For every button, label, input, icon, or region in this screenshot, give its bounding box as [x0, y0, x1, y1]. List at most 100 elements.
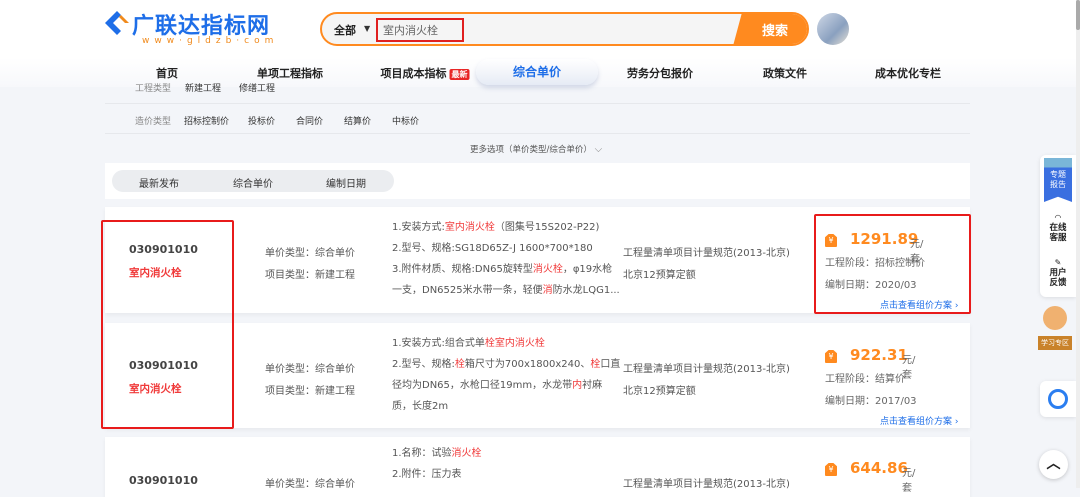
app-icon-button[interactable] [1040, 381, 1076, 417]
project-type: 项目类型：新建工程 [265, 386, 355, 397]
nav-home[interactable]: 首页 [156, 65, 178, 81]
search-scope-select[interactable]: 全部 [334, 22, 356, 38]
nav-cost-optimization[interactable]: 成本优化专栏 [875, 65, 941, 81]
logo-icon [105, 11, 129, 35]
new-badge: 最新 [449, 69, 470, 80]
unit-type: 单价类型：综合单价 [265, 364, 355, 375]
keyword-highlight: 栓室内消火栓 [484, 338, 545, 349]
scrollbar-thumb[interactable] [1076, 0, 1080, 30]
nav-project-cost[interactable]: 项目成本指标 最新 [381, 65, 470, 81]
measurement-standard: 工程量清单项目计量规范(2013-北京) [623, 248, 790, 259]
filter-option[interactable]: 结算价 [344, 114, 371, 127]
more-options-label: 更多选项（单价类型/综合单价） [470, 145, 592, 155]
nav-single-project[interactable]: 单项工程指标 [257, 65, 323, 81]
chevron-right-icon: › [954, 417, 959, 427]
keyword-highlight: 消火栓 [532, 264, 563, 275]
description-text: （图集号15S202-P22) [494, 222, 600, 233]
description-text: 1.安装方式:组合式单 [392, 338, 485, 349]
project-stage: 工程阶段：结算价 [825, 374, 905, 385]
measurement-standard: 工程量清单项目计量规范(2013-北京) [623, 364, 790, 375]
keyword-highlight: 消火栓 [451, 448, 482, 459]
keyword-highlight: 消 [542, 285, 553, 296]
filter-row-project-type: 工程类型 新建工程 修缮工程 [105, 81, 970, 104]
app-logo-icon [1048, 389, 1068, 409]
filter-row-cost-type: 造价类型 招标控制价 投标价 合同价 结算价 中标价 [105, 104, 970, 134]
description-line: 3.附件材质、规格:DN65旋转型消火栓，φ19水枪 [392, 259, 612, 280]
special-report-button[interactable]: 专题 报告 [1044, 158, 1072, 202]
project-type: 项目类型：新建工程 [265, 270, 355, 281]
compile-date: 编制日期：2017/03 [825, 396, 917, 407]
sort-bar: 最新发布 综合单价 编制日期 [105, 163, 970, 199]
filter-option[interactable]: 招标控制价 [184, 114, 229, 127]
floating-sidebar: 专题 报告 ◠ 在线 客服 ✎ 用户 反馈 [1040, 155, 1076, 297]
description-text: 质，长度2m [392, 401, 449, 412]
description-line: 2.型号、规格:SG18D65Z-J 1600*700*180 [392, 238, 593, 259]
scrollbar[interactable] [1076, 0, 1080, 488]
item-description: 1.安装方式:组合式单栓室内消火栓 2.型号、规格:栓箱尺寸为700x1800x2… [392, 333, 620, 417]
quota-standard: 北京12预算定额 [623, 270, 696, 281]
description-text: 2.型号、规格:SG18D65Z-J 1600*700*180 [392, 243, 593, 254]
sort-tab-unit-price[interactable]: 综合单价 [233, 175, 273, 190]
keyword-highlight: 室内消火栓 [444, 222, 495, 233]
sort-tab-latest[interactable]: 最新发布 [139, 175, 179, 190]
quota-standard: 北京12预算定额 [623, 386, 696, 397]
description-text: ，φ19水枪 [562, 264, 613, 275]
item-code: 030901010 [129, 474, 198, 487]
description-line: 2.附件：压力表 [392, 464, 592, 485]
description-text: 2.型号、规格: [392, 359, 455, 370]
description-text: 一支，DN6525米水带一条，轻便 [392, 285, 543, 296]
pencil-icon: ✎ [1054, 258, 1062, 267]
description-text: 1.安装方式: [392, 222, 445, 233]
link-label: 点击查看组价方案 [880, 417, 953, 427]
avatar[interactable] [817, 13, 849, 45]
logo-url: www·gldzb·com [142, 36, 279, 46]
description-line: 1.安装方式:组合式单栓室内消火栓 [392, 333, 592, 354]
view-pricing-plan-link[interactable]: 点击查看组价方案 › [880, 414, 959, 427]
back-to-top-button[interactable]: ︿ [1039, 450, 1068, 479]
unit-price-card[interactable]: 030901010 单价类型：综合单价 1.名称：试验消火栓 2.附件：压力表 工程量清… [105, 437, 970, 497]
logo[interactable]: 广联达指标网 www·gldzb·com [104, 8, 284, 48]
search-button[interactable]: 搜索 [733, 14, 807, 44]
search-bar: 全部 ▼ 搜索 [320, 12, 809, 46]
description-text: 口直 [600, 359, 621, 370]
annotation-highlight-box [101, 220, 234, 429]
description-line: 2.型号、规格:栓箱尺寸为700x1800x240、栓口直 [392, 354, 620, 375]
description-line: 质，长度2m [392, 396, 592, 417]
description-text: 3.附件材质、规格:DN65旋转型 [392, 264, 533, 275]
nav-labor-subcontract[interactable]: 劳务分包报价 [627, 65, 693, 81]
headset-icon: ◠ [1054, 213, 1062, 222]
description-text: 防水龙LQG1... [552, 285, 620, 296]
filter-option[interactable]: 新建工程 [185, 81, 221, 94]
online-service-button[interactable]: ◠ 在线 客服 [1040, 213, 1076, 243]
sort-tab-date[interactable]: 编制日期 [326, 175, 366, 190]
item-description: 1.安装方式:室内消火栓（图集号15S202-P22) 2.型号、规格:SG18D… [392, 217, 620, 301]
item-description: 1.名称：试验消火栓 2.附件：压力表 [392, 443, 592, 485]
study-zone-label: 学习专区 [1038, 336, 1072, 350]
description-line: 径均为DN65，水枪口径19mm，水龙带内衬麻 [392, 375, 602, 396]
unit-type: 单价类型：综合单价 [265, 248, 355, 259]
study-zone-button[interactable]: 学习专区 [1036, 300, 1074, 352]
more-options-toggle[interactable]: 更多选项（单价类型/综合单价） ⌵ [470, 143, 602, 155]
filter-option[interactable]: 合同价 [296, 114, 323, 127]
filter-option[interactable]: 投标价 [248, 114, 275, 127]
description-text: 2.附件：压力表 [392, 469, 462, 480]
caret-down-icon[interactable]: ▼ [364, 24, 370, 33]
description-text: 径均为DN65，水枪口径19mm，水龙带 [392, 380, 573, 391]
description-text: 1.名称：试验 [392, 448, 452, 459]
annotation-highlight-box [814, 214, 971, 314]
price-value: 922.31 [850, 346, 908, 364]
description-line: 1.名称：试验消火栓 [392, 443, 592, 464]
price-value: 644.86 [850, 459, 908, 477]
keyword-highlight: 栓 [454, 359, 465, 370]
filter-option[interactable]: 修缮工程 [239, 81, 275, 94]
unit-price-card[interactable]: 030901010 室内消火栓 单价类型：综合单价 项目类型：新建工程 1.安装方式:组… [105, 323, 970, 428]
chevron-up-icon: ︿ [1046, 456, 1061, 472]
search-input[interactable] [376, 18, 464, 42]
filter-option[interactable]: 中标价 [392, 114, 419, 127]
feedback-button[interactable]: ✎ 用户 反馈 [1040, 258, 1076, 288]
filter-label: 工程类型 [135, 84, 172, 94]
description-line: 一支，DN6525米水带一条，轻便消防水龙LQG1... [392, 280, 620, 301]
nav-policy[interactable]: 政策文件 [763, 65, 807, 81]
keyword-highlight: 栓 [590, 359, 601, 370]
online-service-label: 在线 客服 [1049, 223, 1067, 243]
